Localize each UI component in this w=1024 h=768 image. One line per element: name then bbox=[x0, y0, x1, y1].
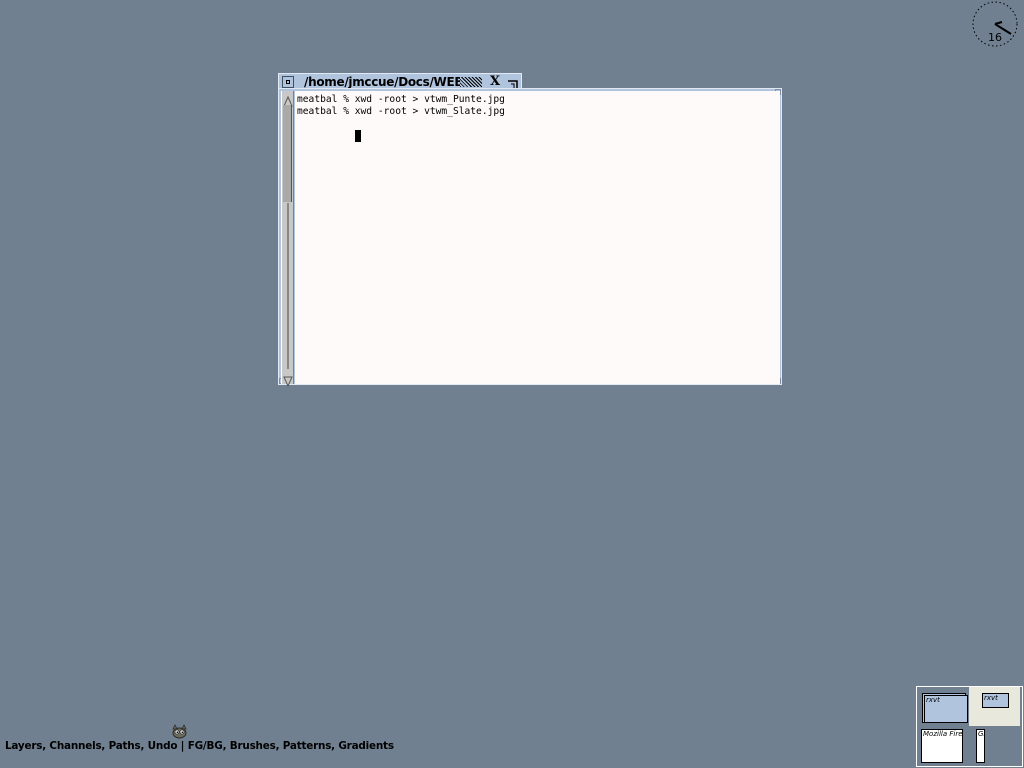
iconify-icon bbox=[286, 80, 290, 84]
desktop[interactable]: 16 /home/jmccue/Docs/WEB X meatbal % xwd… bbox=[0, 0, 1024, 768]
scroll-down-button[interactable] bbox=[283, 372, 293, 388]
scroll-up-button[interactable] bbox=[283, 92, 293, 107]
resize-button[interactable] bbox=[507, 76, 519, 90]
terminal-line: meatbal % xwd -root > vtwm_Punte.jpg bbox=[297, 94, 505, 105]
terminal-window[interactable]: /home/jmccue/Docs/WEB X meatbal % xwd -r… bbox=[278, 73, 782, 388]
panner-window-gimp[interactable]: Gi bbox=[976, 729, 985, 763]
terminal-frame: meatbal % xwd -root > vtwm_Punte.jpg mea… bbox=[278, 88, 782, 388]
terminal-line: meatbal % xwd -root > vtwm_Slate.jpg bbox=[297, 106, 505, 117]
clock-widget: 16 bbox=[966, 1, 1024, 47]
scroll-down-arrow-icon bbox=[283, 376, 293, 388]
desktop-panner[interactable]: rxvt rxvt Mozilla Fire Gi bbox=[916, 686, 1023, 767]
panner-cell-active[interactable]: rxvt bbox=[969, 687, 1020, 726]
iconify-button[interactable] bbox=[282, 76, 294, 88]
terminal-prompt-line bbox=[297, 118, 780, 142]
gimp-wilber-icon bbox=[172, 724, 187, 739]
text-cursor bbox=[354, 130, 361, 142]
panner-window-rxvt[interactable]: rxvt bbox=[924, 695, 968, 723]
panner-window-mozilla[interactable]: Mozilla Fire bbox=[921, 729, 963, 763]
title-bar[interactable]: /home/jmccue/Docs/WEB X bbox=[278, 73, 522, 90]
close-icon: X bbox=[489, 74, 501, 89]
title-hatch-pattern bbox=[460, 77, 482, 87]
clock-minute-label: 16 bbox=[988, 31, 1002, 44]
scroll-trough[interactable] bbox=[287, 203, 289, 369]
gimp-icon-button[interactable] bbox=[171, 723, 188, 739]
terminal-text-area[interactable]: meatbal % xwd -root > vtwm_Punte.jpg mea… bbox=[295, 91, 780, 384]
panner-cell[interactable]: Mozilla Fire bbox=[917, 727, 968, 766]
scrollbar[interactable] bbox=[281, 91, 294, 388]
scroll-thumb[interactable] bbox=[283, 105, 292, 202]
panner-cell[interactable]: rxvt bbox=[917, 687, 968, 726]
gimp-dock-label[interactable]: Layers, Channels, Paths, Undo | FG/BG, B… bbox=[5, 739, 394, 753]
panner-cell[interactable]: Gi bbox=[969, 727, 1020, 766]
panner-window-rxvt[interactable]: rxvt bbox=[982, 693, 1009, 708]
